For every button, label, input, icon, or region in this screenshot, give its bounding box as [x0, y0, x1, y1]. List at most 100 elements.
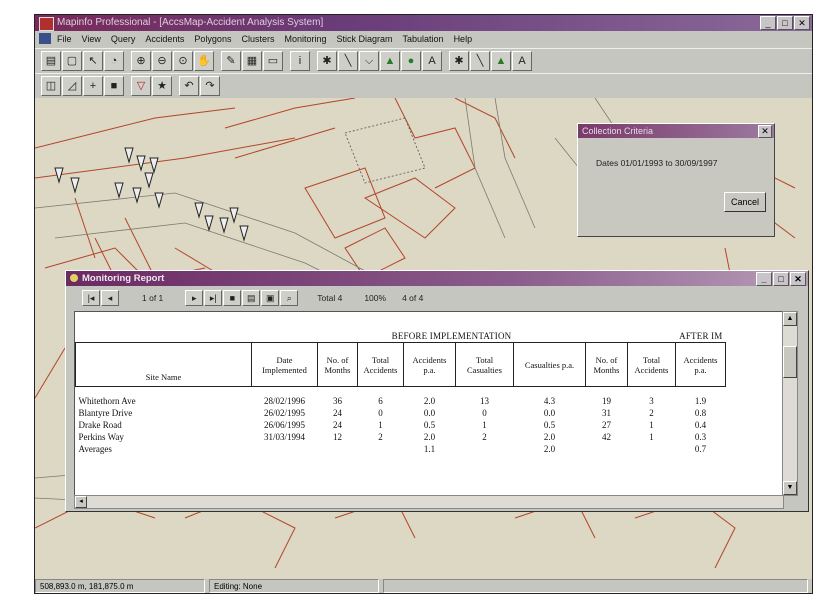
scroll-left-icon[interactable]: ◂ [75, 496, 87, 508]
line-icon[interactable]: ╲ [338, 51, 358, 71]
redo-icon[interactable]: ↷ [200, 76, 220, 96]
title-bar: Mapinfo Professional - [AccsMap-Accident… [35, 15, 812, 31]
polygon-icon[interactable]: ▲ [380, 51, 400, 71]
col-after-months: No. of Months [585, 342, 628, 387]
symbol-style-icon[interactable]: ✱ [449, 51, 469, 71]
report-window-controls: _ □ ✕ [756, 272, 806, 286]
averages-row: Averages 1.1 2.0 0.7 [78, 443, 707, 454]
main-toolbar: ▤ ▢ ↖ ◔ ⊕ ⊖ ⊙ ✋ ✎ ▦ ▭ i ✱ ╲ ⌵ ▲ ● A ✱ ╲ … [35, 48, 812, 73]
zoom-in-icon[interactable]: ⊕ [131, 51, 151, 71]
monitoring-report-window: Monitoring Report _ □ ✕ |◂ ◂ 1 of 1 ▸ ▸|… [65, 270, 809, 512]
col-after-total-accidents: Total Accidents [627, 342, 676, 387]
label-icon[interactable]: ✎ [221, 51, 241, 71]
scroll-down-icon[interactable]: ▼ [783, 481, 797, 495]
app-title: Mapinfo Professional - [AccsMap-Accident… [57, 17, 324, 28]
vertical-scrollbar[interactable]: ▲ ▼ [782, 311, 798, 496]
table-row: Perkins Way 31/03/1994 12 2 2.0 2 2.0 42… [78, 431, 707, 442]
zoom-level: 100% [364, 293, 387, 303]
text-icon[interactable]: A [422, 51, 442, 71]
menu-stick-diagram[interactable]: Stick Diagram [337, 31, 393, 47]
print-icon[interactable]: ▤ [242, 290, 261, 306]
coordinate-readout: 508,893.0 m, 181,875.0 m [35, 579, 205, 593]
undo-icon[interactable]: ↶ [179, 76, 199, 96]
ellipse-icon[interactable]: ● [401, 51, 421, 71]
report-minimize-button[interactable]: _ [756, 272, 772, 286]
cancel-button[interactable]: Cancel [724, 192, 766, 212]
editing-status: Editing: None [209, 579, 379, 593]
report-content: BEFORE IMPLEMENTATION AFTER IM Site Name… [74, 311, 784, 496]
col-site-name: Site Name [75, 342, 252, 387]
radius-select-icon[interactable]: ◔ [104, 51, 124, 71]
pan-hand-icon[interactable]: ✋ [194, 51, 214, 71]
map-tool-icon[interactable]: ◫ [41, 76, 61, 96]
menu-help[interactable]: Help [454, 31, 473, 47]
line-style-icon[interactable]: ╲ [470, 51, 490, 71]
dialog-close-button[interactable]: ✕ [758, 125, 772, 138]
page-indicator: 1 of 1 [142, 293, 164, 303]
reshape-icon[interactable]: ◿ [62, 76, 82, 96]
ruler-icon[interactable]: ▭ [263, 51, 283, 71]
next-page-icon[interactable]: ▸ [185, 290, 204, 306]
minimize-button[interactable]: _ [760, 16, 776, 30]
dialog-title-bar: Collection Criteria ✕ [578, 124, 774, 138]
menu-clusters[interactable]: Clusters [241, 31, 274, 47]
prev-page-icon[interactable]: ◂ [101, 290, 119, 306]
report-close-button[interactable]: ✕ [790, 272, 806, 286]
table-row: Blantyre Drive 26/02/1995 24 0 0.0 0 0.0… [78, 407, 707, 418]
text-style-icon[interactable]: A [512, 51, 532, 71]
scroll-up-icon[interactable]: ▲ [783, 312, 797, 326]
info-icon[interactable]: i [290, 51, 310, 71]
star-icon[interactable]: ★ [152, 76, 172, 96]
menu-view[interactable]: View [82, 31, 101, 47]
first-page-icon[interactable]: |◂ [82, 290, 100, 306]
close-button[interactable]: ✕ [794, 16, 810, 30]
region-style-icon[interactable]: ▲ [491, 51, 511, 71]
zoom-out-icon[interactable]: ⊖ [152, 51, 172, 71]
menu-polygons[interactable]: Polygons [194, 31, 231, 47]
last-page-icon[interactable]: ▸| [204, 290, 223, 306]
add-node-icon[interactable]: + [83, 76, 103, 96]
report-window-icon [70, 274, 78, 282]
scroll-thumb[interactable] [783, 346, 797, 378]
before-implementation-header: BEFORE IMPLEMENTATION [317, 330, 586, 343]
stop-icon[interactable]: ■ [223, 290, 242, 306]
zoom-view-icon[interactable]: ⊙ [173, 51, 193, 71]
document-icon[interactable] [39, 33, 51, 44]
app-icon [39, 17, 54, 31]
menu-bar: File View Query Accidents Polygons Clust… [35, 31, 812, 47]
date-range-text: Dates 01/01/1993 to 30/09/1997 [596, 158, 718, 168]
menu-file[interactable]: File [57, 31, 72, 47]
symbol-icon[interactable]: ✱ [317, 51, 337, 71]
export-icon[interactable]: ▣ [261, 290, 280, 306]
report-maximize-button[interactable]: □ [773, 272, 789, 286]
lock-icon[interactable]: ■ [104, 76, 124, 96]
open-icon[interactable]: ▤ [41, 51, 61, 71]
layer-icon[interactable]: ▢ [62, 51, 82, 71]
menu-query[interactable]: Query [111, 31, 136, 47]
col-before-months: No. of Months [317, 342, 358, 387]
col-date-implemented: Date Implemented [251, 342, 318, 387]
select-arrow-icon[interactable]: ↖ [83, 51, 103, 71]
total-records: Total 4 [317, 293, 343, 303]
table-row: Drake Road 26/06/1995 24 1 0.5 1 0.5 27 … [78, 419, 707, 430]
report-toolbar: |◂ ◂ 1 of 1 ▸ ▸| ■ ▤ ▣ ⌕ Total 4 100% 4 … [66, 287, 808, 309]
application-window: Mapinfo Professional - [AccsMap-Accident… [34, 14, 813, 594]
maximize-button[interactable]: □ [777, 16, 793, 30]
polyline-icon[interactable]: ⌵ [359, 51, 379, 71]
col-before-casualties-pa: Casualties p.a. [513, 342, 586, 387]
menu-accidents[interactable]: Accidents [145, 31, 184, 47]
accident-marker-icon[interactable]: ▽ [131, 76, 151, 96]
col-before-total-accidents: Total Accidents [357, 342, 404, 387]
monitoring-table: BEFORE IMPLEMENTATION AFTER IM Site Name… [75, 330, 726, 455]
status-bar: 508,893.0 m, 181,875.0 m Editing: None [35, 579, 812, 593]
table-row: Whitethorn Ave 28/02/1996 36 6 2.0 13 4.… [78, 395, 707, 406]
search-report-icon[interactable]: ⌕ [280, 290, 299, 306]
report-title: Monitoring Report [82, 273, 165, 284]
horizontal-scrollbar[interactable]: ◂ [74, 495, 784, 509]
secondary-toolbar: ◫ ◿ + ■ ▽ ★ ↶ ↷ [35, 73, 812, 98]
col-before-total-casualties: Total Casualties [455, 342, 514, 387]
grid-icon[interactable]: ▦ [242, 51, 262, 71]
menu-tabulation[interactable]: Tabulation [403, 31, 444, 47]
menu-monitoring[interactable]: Monitoring [284, 31, 326, 47]
window-controls: _ □ ✕ [760, 16, 810, 30]
